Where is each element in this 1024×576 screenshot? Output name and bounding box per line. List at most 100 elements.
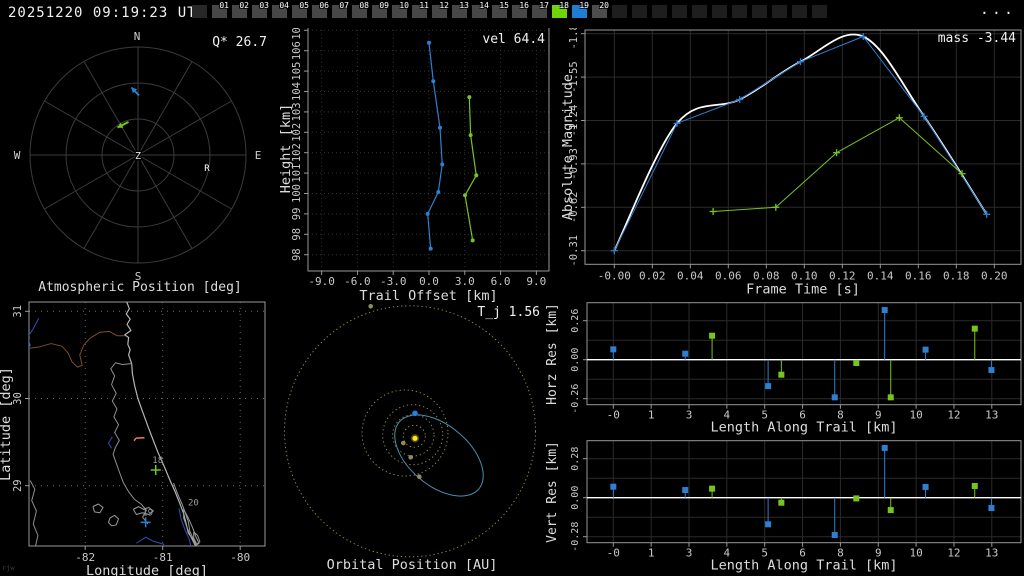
frame-number-label: 15 [499,1,509,10]
frame-number-label: 19 [579,1,589,10]
svg-text:-0.31: -0.31 [568,235,580,267]
trail-point-blue [425,211,430,216]
mass-badge: mass -3.44 [938,31,1016,46]
orbital-position-panel: T_j 1.56 Orbital Position [AU] [280,298,544,576]
trail-ylabel: Height [km] [278,104,294,193]
vert_res-point-green [709,485,716,492]
trail-point-blue [436,189,441,194]
magnitude-series-green [713,117,963,212]
svg-text:3: 3 [686,547,693,560]
trail-series-blue [427,42,443,249]
magnitude-grid [585,30,1021,265]
frame-thumbnail-07[interactable]: 07 [332,1,349,18]
svg-text:-6.0: -6.0 [344,275,371,288]
vert_res-ylabel: Vert Res [km] [545,441,560,543]
frame-thumbnail-15[interactable]: 15 [492,1,509,18]
lagoon [173,482,197,546]
frame-thumbnail-03[interactable]: 03 [252,1,269,18]
frame-thumbnail-empty[interactable] [612,5,627,18]
frame-thumbnail-02[interactable]: 02 [232,1,249,18]
vert_res-point-green [887,507,894,514]
svg-text:13: 13 [985,409,998,422]
frame-number-label: 14 [479,1,489,10]
frame-thumbnail-empty[interactable] [672,5,687,18]
magnitude-series-blue [613,36,988,251]
magnitude-point-blue [736,96,744,103]
frame-thumbnail-empty[interactable] [192,5,207,18]
vert_res-point-green [971,483,978,489]
frame-thumbnail-empty[interactable] [792,5,807,18]
lake [107,514,120,527]
vert_res-point-blue [765,521,772,528]
frame-number-label: 11 [419,1,429,10]
trail-point-blue [437,125,442,130]
frame-thumbnail-01[interactable]: 01 [212,1,229,18]
frame-thumbnail-12[interactable]: 12 [432,1,449,18]
frame-thumbnail-17[interactable]: 17 [532,1,549,18]
vert_res-point-blue [831,532,838,539]
frame-thumbnail-06[interactable]: 06 [312,1,329,18]
svg-text:9.0: 9.0 [526,275,546,288]
horz_res-point-blue [682,350,689,357]
ground-track [133,437,137,442]
frame-thumbnail-10[interactable]: 10 [392,1,409,18]
trail-point-green [467,95,472,100]
svg-text:1: 1 [648,547,655,560]
orbit-title: Orbital Position [AU] [327,557,498,573]
river [107,436,113,449]
overflow-menu-icon[interactable]: ... [980,0,1016,18]
map-ylabel: Latitude [deg] [0,367,14,481]
frame-thumbnail-empty[interactable] [692,5,707,18]
planet-dot [417,474,422,479]
svg-text:3.0: 3.0 [455,275,475,288]
frame-thumbnail-16[interactable]: 16 [512,1,529,18]
frame-thumbnail-empty[interactable] [812,5,827,18]
trail-point-green [474,173,479,178]
frame-thumbnail-empty[interactable] [732,5,747,18]
frame-thumbnail-empty[interactable] [772,5,787,18]
horz_res-point-blue [765,383,772,390]
zenith-label: Z [135,151,141,162]
orbit-diagram [284,304,536,558]
horz_res-point-blue [988,367,995,374]
frame-thumbnail-18[interactable]: 18 [552,1,569,18]
frame-number-label: 01 [219,1,229,10]
frame-thumbnail-13[interactable]: 13 [452,1,469,18]
orbital-position-chart: T_j 1.56 Orbital Position [AU] [284,304,540,573]
svg-text:0.06: 0.06 [715,269,742,282]
frame-number-label: 20 [599,1,609,10]
trail-offset-chart: -9.0 -6.0 -3.0 0.0 3.0 6.0 9.09898991001011021… [278,21,550,304]
horz_res-point-green [709,332,716,339]
frame-thumbnail-05[interactable]: 05 [292,1,309,18]
svg-text:105: 105 [291,62,303,81]
frame-thumbnail-09[interactable]: 09 [372,1,389,18]
radiant-marker: R [204,164,210,174]
frame-number-label: 10 [399,1,409,10]
frame-thumbnail-empty[interactable] [712,5,727,18]
ground-map-chart: 181920-82 -81 -80293031Longitude [deg]Lati… [0,301,266,576]
frame-thumbnail-empty[interactable] [752,5,767,18]
gulf-coast [29,480,39,546]
frame-number-label: 08 [359,1,369,10]
q-badge: Q* 26.7 [212,35,267,50]
trail-point-green [470,238,475,243]
vert_res-point-blue [988,505,995,512]
frame-thumbnail-11[interactable]: 11 [412,1,429,18]
frame-thumbnail-20[interactable]: 20 [592,1,609,18]
frame-thumbnail-empty[interactable] [632,5,647,18]
vert_res-point-blue [881,444,888,451]
frame-thumbnail-08[interactable]: 08 [352,1,369,18]
frame-thumbnail-empty[interactable] [652,5,667,18]
frame-thumbnail-04[interactable]: 04 [272,1,289,18]
frame-thumbnail-19[interactable]: 19 [572,1,589,18]
station-label-19: 19 [142,508,153,518]
svg-text:106: 106 [291,41,303,60]
svg-text:31: 31 [12,305,24,318]
atmospheric-title: Atmospheric Position [deg] [38,280,242,295]
vel-badge: vel 64.4 [482,32,545,47]
vert_res-point-blue [610,483,617,490]
vert_res-point-green [778,499,785,506]
frame-thumbnail-14[interactable]: 14 [472,1,489,18]
trail-point-blue [431,79,436,84]
horz_res-point-blue [610,346,617,353]
